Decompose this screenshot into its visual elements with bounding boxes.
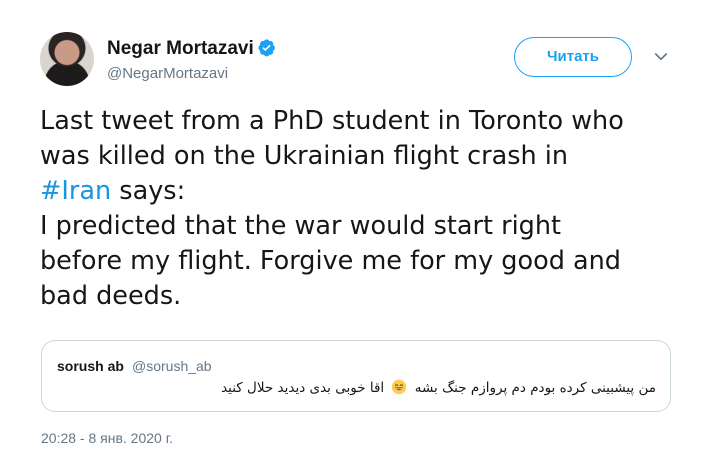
- author-name-row[interactable]: Negar Mortazavi: [107, 38, 276, 60]
- quoted-text-part1: من پیشبینی کرده بودم دم پروازم جنگ بشه: [414, 380, 656, 396]
- quoted-tweet-card[interactable]: sorush ab @sorush_ab من پیشبینی کرده بود…: [41, 340, 671, 412]
- tweet-timestamp[interactable]: 20:28 - 8 янв. 2020 г.: [41, 430, 173, 446]
- tweet-header: Negar Mortazavi @NegarMortazavi Читать: [40, 32, 680, 88]
- author-handle[interactable]: @NegarMortazavi: [107, 65, 228, 82]
- tweet-text-part2: says: I predicted that the war would sta…: [40, 176, 621, 311]
- quoted-author-name: sorush ab: [57, 358, 124, 374]
- verified-badge-icon: [258, 39, 275, 57]
- tweet-text-part1: Last tweet from a PhD student in Toronto…: [40, 106, 624, 171]
- follow-button[interactable]: Читать: [514, 37, 632, 77]
- chevron-down-icon[interactable]: [652, 48, 670, 66]
- quoted-tweet-text: من پیشبینی کرده بودم دم پروازم جنگ بشه ا…: [221, 379, 656, 396]
- author-avatar[interactable]: [40, 32, 94, 86]
- tweet-text: Last tweet from a PhD student in Toronto…: [40, 104, 690, 314]
- quoted-author-handle: @sorush_ab: [132, 358, 212, 374]
- grinning-face-emoji-icon: [392, 379, 407, 395]
- author-name[interactable]: Negar Mortazavi: [107, 38, 254, 59]
- quoted-text-part2: اقا خوبی بدی دیدید حلال کنید: [221, 380, 385, 396]
- hashtag-link[interactable]: #Iran: [40, 176, 111, 206]
